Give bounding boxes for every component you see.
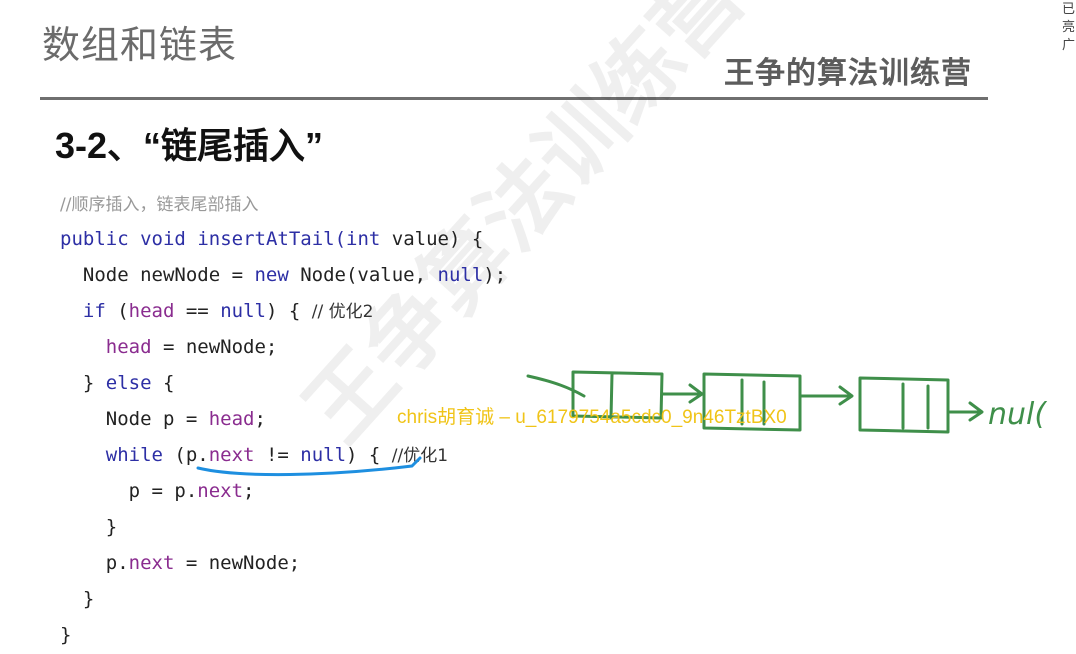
null-handwriting: nul(: [988, 397, 1047, 432]
list-node-3: [858, 376, 950, 434]
handwritten-annotations: nul(: [196, 370, 1047, 477]
overlay-watermark: chris胡育诚 – u_6179754a5cdc0_9n46TztBX0: [397, 407, 787, 428]
arrow-curve: [526, 374, 586, 398]
arrow-2: [798, 385, 854, 406]
blue-underline: [196, 456, 422, 477]
arrow-1: [660, 383, 704, 404]
arrow-3: [948, 401, 984, 422]
